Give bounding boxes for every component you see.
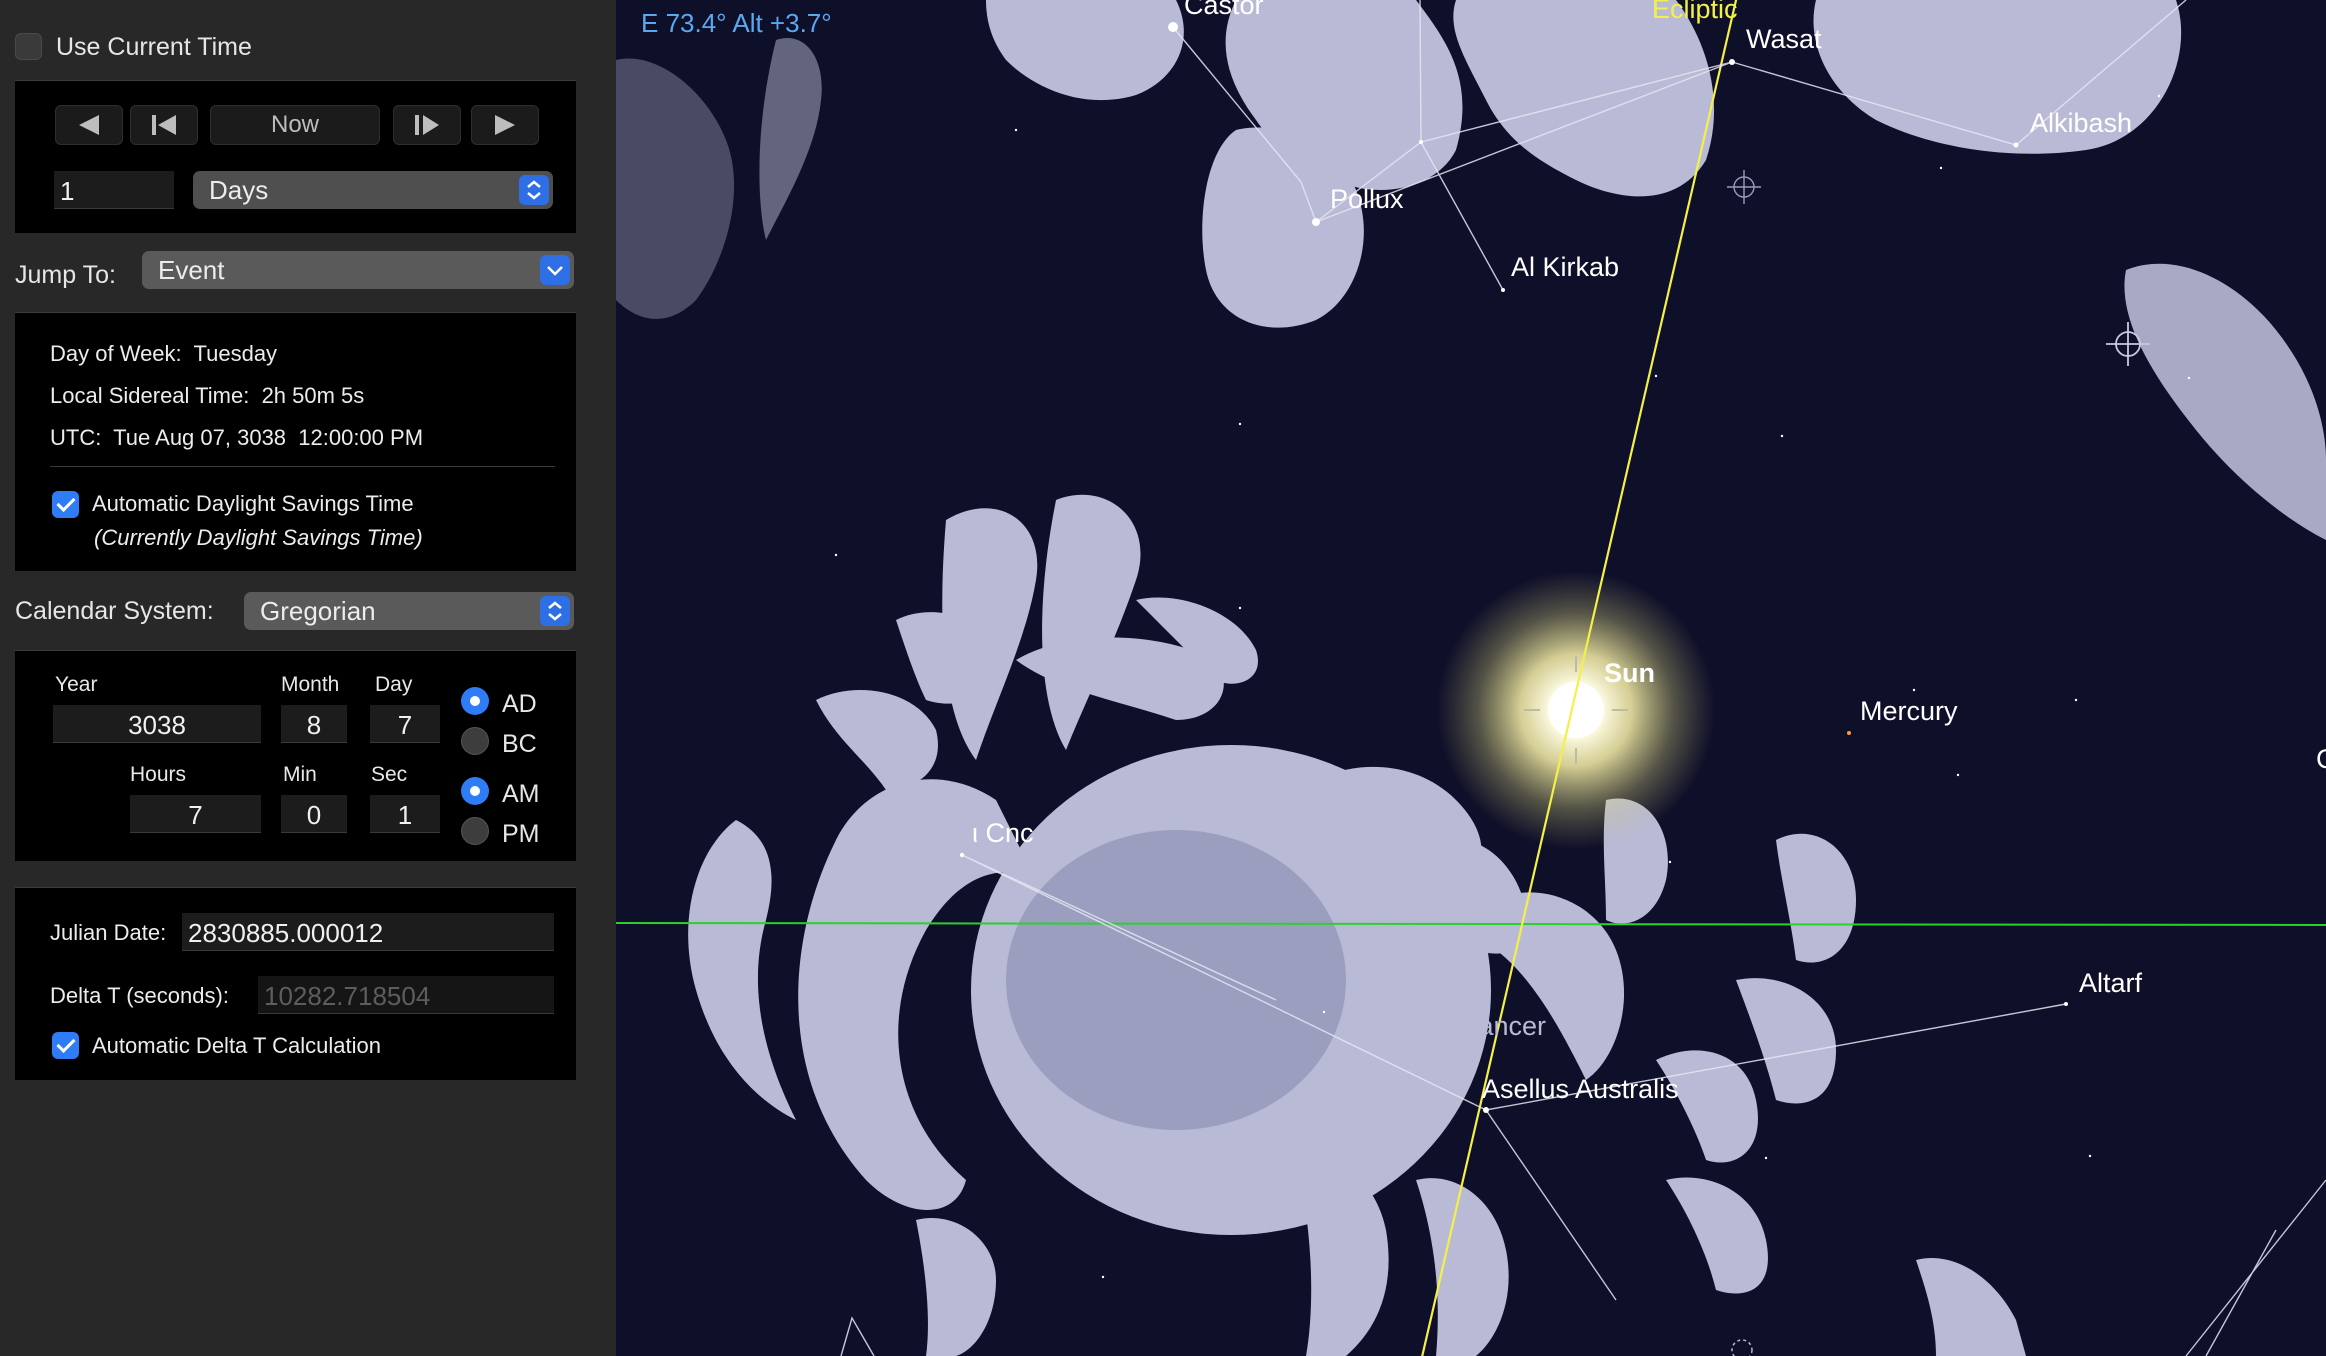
day-label: Day	[375, 673, 413, 696]
hours-label: Hours	[130, 763, 187, 786]
alkibash-label[interactable]: Alkibash	[2030, 108, 2132, 138]
day-of-week-row: Day of Week: Tuesday	[50, 341, 277, 367]
sky-chart[interactable]: E 73.4° Alt +3.7° Ecliptic Castor Wasat …	[616, 0, 2326, 1356]
ad-radio[interactable]	[461, 687, 489, 715]
auto-dst-label: Automatic Daylight Savings Time	[92, 491, 414, 516]
julian-date-input[interactable]: 2830885.000012	[182, 913, 554, 951]
jump-to-select[interactable]: Event	[142, 251, 574, 289]
pm-label: PM	[502, 820, 540, 848]
am-label: AM	[502, 780, 540, 808]
auto-delta-t-checkbox[interactable]	[52, 1032, 79, 1059]
bc-label: BC	[502, 730, 537, 758]
calendar-system-select[interactable]: Gregorian	[244, 592, 574, 630]
triangle-left-icon	[79, 115, 99, 135]
julian-date-box: Julian Date: 2830885.000012 Delta T (sec…	[15, 887, 576, 1080]
utc-row: UTC: Tue Aug 07, 3038 12:00:00 PM	[50, 425, 423, 451]
iota-cnc-label[interactable]: ι Cnc	[972, 818, 1034, 848]
month-input[interactable]: 8	[281, 705, 347, 743]
ad-label: AD	[502, 690, 537, 718]
altarf-label[interactable]: Altarf	[2079, 968, 2143, 998]
chevron-down-icon	[540, 255, 570, 285]
sidereal-label: Local Sidereal Time:	[50, 383, 250, 408]
step-unit-value: Days	[209, 175, 269, 205]
sky-view[interactable]: E 73.4° Alt +3.7° Ecliptic Castor Wasat …	[616, 0, 2326, 1356]
step-forward-button[interactable]	[393, 105, 461, 145]
time-info-box: Day of Week: Tuesday Local Sidereal Time…	[15, 312, 576, 571]
delta-t-label: Delta T (seconds):	[50, 983, 229, 1008]
calendar-system-value: Gregorian	[260, 596, 376, 626]
julian-date-label: Julian Date:	[50, 920, 167, 945]
view-coordinates: E 73.4° Alt +3.7°	[641, 8, 832, 38]
utc-label: UTC:	[50, 425, 102, 450]
min-input[interactable]: 0	[281, 795, 347, 833]
info-divider	[50, 466, 555, 467]
time-panel: Use Current Time Now 1 Days Jump To: Eve…	[0, 0, 616, 1356]
step-forward-icon	[415, 115, 439, 135]
sun-label[interactable]: Sun	[1604, 658, 1655, 688]
sec-input[interactable]: 1	[370, 795, 440, 833]
day-input[interactable]: 7	[370, 705, 440, 743]
auto-delta-t-label: Automatic Delta T Calculation	[92, 1033, 381, 1058]
edge-label: C	[2316, 744, 2326, 774]
step-unit-select[interactable]: Days	[193, 171, 553, 209]
sec-label: Sec	[371, 763, 408, 786]
use-current-time-checkbox[interactable]	[15, 33, 42, 60]
triangle-right-icon	[495, 115, 515, 135]
cancer-label[interactable]: Cancer	[1459, 1011, 1546, 1041]
utc-value: Tue Aug 07, 3038 12:00:00 PM	[113, 425, 424, 450]
year-label: Year	[55, 673, 98, 696]
castor-label[interactable]: Castor	[1184, 0, 1264, 20]
asellus-australis-label[interactable]: Asellus Australis	[1482, 1074, 1679, 1104]
jump-to-label: Jump To:	[15, 261, 116, 289]
min-label: Min	[283, 763, 317, 786]
time-step-box: Now 1 Days	[15, 80, 576, 233]
hours-input[interactable]: 7	[130, 795, 261, 833]
pm-radio[interactable]	[461, 817, 489, 845]
step-back-fast-button[interactable]	[55, 105, 123, 145]
step-forward-fast-button[interactable]	[471, 105, 539, 145]
date-fields-box: Year Month Day 3038 8 7 Hours Min Sec 7 …	[15, 650, 576, 861]
step-back-button[interactable]	[130, 105, 198, 145]
up-down-chevron-icon	[540, 596, 570, 626]
step-back-icon	[152, 115, 176, 135]
pollux-label[interactable]: Pollux	[1330, 184, 1404, 214]
sidereal-row: Local Sidereal Time: 2h 50m 5s	[50, 383, 364, 409]
bc-radio[interactable]	[461, 727, 489, 755]
step-value-input[interactable]: 1	[54, 171, 174, 209]
am-radio[interactable]	[461, 777, 489, 805]
ecliptic-label: Ecliptic	[1652, 0, 1738, 24]
use-current-time-label: Use Current Time	[56, 33, 252, 61]
delta-t-input: 10282.718504	[258, 976, 554, 1014]
calendar-system-label: Calendar System:	[15, 597, 214, 625]
now-button[interactable]: Now	[210, 105, 380, 145]
auto-dst-checkbox[interactable]	[52, 491, 79, 518]
mercury-label[interactable]: Mercury	[1860, 696, 1958, 726]
wasat-label[interactable]: Wasat	[1746, 24, 1822, 54]
dst-note: (Currently Daylight Savings Time)	[94, 525, 423, 550]
sidereal-value: 2h 50m 5s	[261, 383, 365, 408]
year-input[interactable]: 3038	[53, 705, 261, 743]
jump-to-value: Event	[158, 255, 225, 285]
up-down-chevron-icon	[519, 175, 549, 205]
month-label: Month	[281, 673, 340, 696]
al-kirkab-label[interactable]: Al Kirkab	[1511, 252, 1619, 282]
day-of-week-value: Tuesday	[193, 341, 278, 366]
day-of-week-label: Day of Week:	[50, 341, 182, 366]
